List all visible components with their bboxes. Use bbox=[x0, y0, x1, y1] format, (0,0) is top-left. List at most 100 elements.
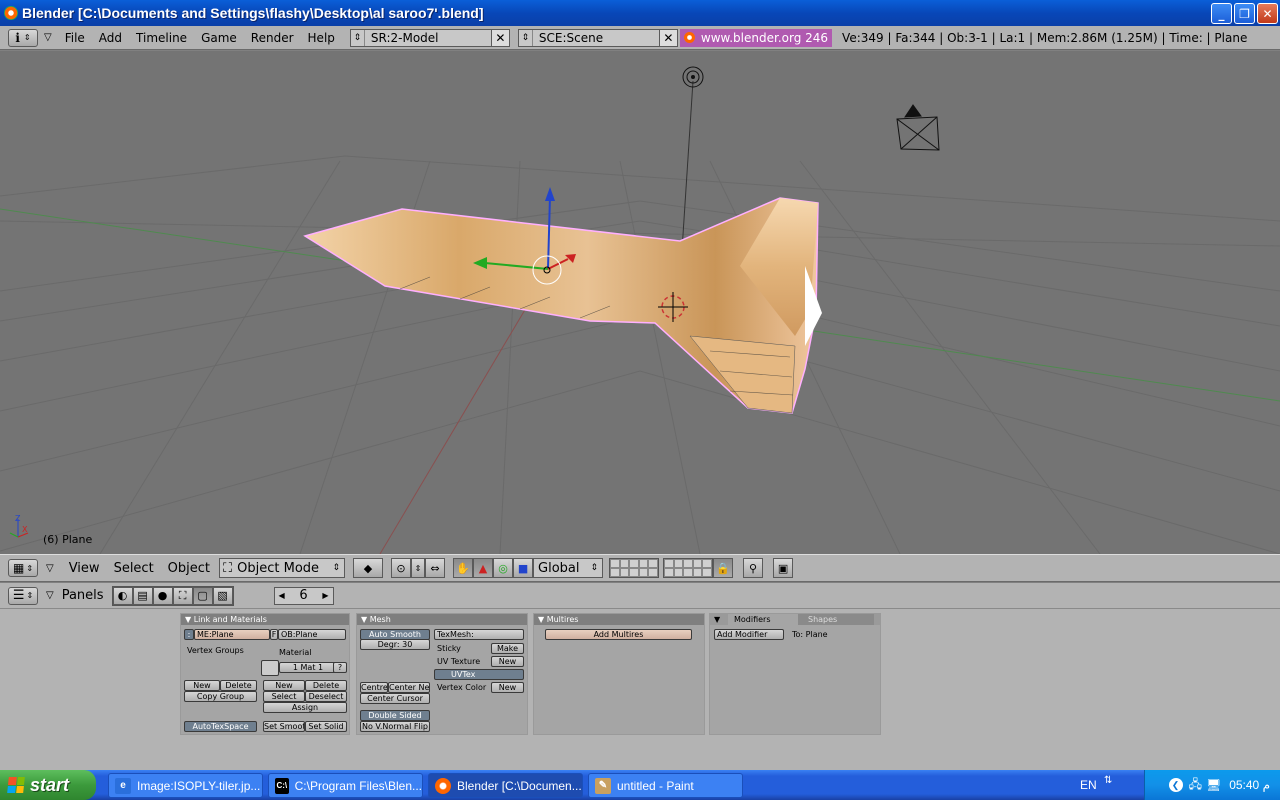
layer-buttons-2[interactable] bbox=[663, 558, 714, 578]
fake-user-button[interactable]: F bbox=[270, 629, 278, 640]
snap-button[interactable]: ⇔ bbox=[425, 558, 446, 578]
start-button[interactable]: start bbox=[0, 770, 96, 800]
uvtex-field[interactable]: UVTex bbox=[434, 669, 524, 680]
centre-button[interactable]: Centre bbox=[360, 682, 388, 693]
script-context-tab[interactable]: ▤ bbox=[132, 586, 153, 605]
panel-header[interactable]: ▼ Link and Materials bbox=[181, 614, 349, 625]
blender-url-badge[interactable]: www.blender.org 246 bbox=[679, 28, 833, 47]
collapse-icon[interactable]: ▼ bbox=[710, 614, 728, 625]
material-delete-button[interactable]: Delete bbox=[305, 680, 347, 691]
tab-shapes[interactable]: Shapes bbox=[798, 614, 874, 625]
viewport-canvas[interactable]: Z X bbox=[0, 51, 1280, 554]
taskbar-item-paint[interactable]: ✎ untitled - Paint bbox=[588, 773, 743, 798]
shading-context-tab[interactable]: ● bbox=[152, 586, 173, 605]
tray-expand-icon[interactable]: ❮ bbox=[1168, 778, 1183, 792]
autotexspace-toggle[interactable]: AutoTexSpace bbox=[184, 721, 257, 732]
vertex-color-new-button[interactable]: New bbox=[491, 682, 524, 693]
link-scene-button[interactable]: ⚲ bbox=[743, 558, 764, 578]
menu-help[interactable]: Help bbox=[301, 31, 342, 45]
manipulator-toggle[interactable]: ✋ bbox=[453, 558, 474, 578]
network-icon[interactable]: 🖧 bbox=[1189, 775, 1202, 796]
keyboard-switch-icon[interactable]: ⇅ bbox=[1104, 775, 1112, 786]
screen-name[interactable]: SR:2-Model bbox=[365, 31, 491, 45]
close-button[interactable]: ✕ bbox=[1257, 3, 1278, 24]
left-arrow-icon[interactable]: ◀ bbox=[275, 591, 285, 600]
3d-viewport[interactable]: Z X (6) Plane bbox=[0, 51, 1280, 554]
degr-field[interactable]: Degr: 30 bbox=[360, 639, 430, 650]
window-type-button[interactable]: i ⇕ bbox=[8, 28, 38, 47]
volume-icon[interactable]: 🖥 bbox=[1206, 778, 1221, 792]
pivot-button[interactable]: ⊙ bbox=[391, 558, 412, 578]
minimize-button[interactable]: _ bbox=[1211, 3, 1232, 24]
add-multires-button[interactable]: Add Multires bbox=[545, 629, 692, 640]
object-context-tab[interactable]: ⛶ bbox=[172, 586, 193, 605]
collapse-menu-icon[interactable]: ▽ bbox=[44, 32, 52, 43]
pivot-arrow[interactable]: ⇕ bbox=[411, 558, 426, 578]
translate-manipulator[interactable]: ▲ bbox=[473, 558, 494, 578]
panel-header[interactable]: ▼ Mesh bbox=[357, 614, 527, 625]
menu-select[interactable]: Select bbox=[107, 561, 161, 576]
taskbar-item-blender[interactable]: Blender [C:\Documen... bbox=[428, 773, 583, 798]
set-smooth-button[interactable]: Set Smoot bbox=[263, 721, 305, 732]
editing-context-tab[interactable]: ▢ bbox=[192, 586, 213, 605]
draw-type-button[interactable]: ◆ bbox=[353, 558, 384, 578]
orientation-selector[interactable]: Global ⇕ bbox=[533, 558, 604, 578]
frame-counter[interactable]: ◀ 6 ▶ bbox=[273, 586, 334, 605]
layer-buttons-1[interactable] bbox=[609, 558, 660, 578]
mode-selector[interactable]: ⛶ Object Mode ⇕ bbox=[219, 558, 346, 578]
taskbar-item-image[interactable]: e Image:ISOPLY-tiler.jp... bbox=[108, 773, 263, 798]
right-arrow-icon[interactable]: ▶ bbox=[322, 591, 332, 600]
menu-game[interactable]: Game bbox=[194, 31, 244, 45]
menu-view[interactable]: View bbox=[62, 561, 107, 576]
language-indicator[interactable]: EN bbox=[1080, 778, 1097, 792]
no-vnormal-flip-toggle[interactable]: No V.Normal Flip bbox=[360, 721, 430, 732]
material-index-field[interactable]: 1 Mat 1 bbox=[279, 662, 337, 673]
uv-texture-new-button[interactable]: New bbox=[491, 656, 524, 667]
double-sided-toggle[interactable]: Double Sided bbox=[360, 710, 430, 721]
screen-selector[interactable]: ⇕ SR:2-Model ✕ bbox=[349, 28, 510, 47]
vgroup-delete-button[interactable]: Delete bbox=[220, 680, 257, 691]
panel-header[interactable]: ▼ Multires bbox=[534, 614, 704, 625]
scene-context-tab[interactable]: ▧ bbox=[212, 586, 233, 605]
object-name-field[interactable]: OB:Plane bbox=[278, 629, 346, 640]
menu-add[interactable]: Add bbox=[92, 31, 129, 45]
restore-button[interactable]: ❐ bbox=[1234, 3, 1255, 24]
vgroup-new-button[interactable]: New bbox=[184, 680, 220, 691]
material-deselect-button[interactable]: Deselect bbox=[305, 691, 347, 702]
render-preview-button[interactable]: ▣ bbox=[773, 558, 794, 578]
scene-selector[interactable]: ⇕ SCE:Scene ✕ bbox=[517, 28, 678, 47]
collapse-menu-icon[interactable]: ▽ bbox=[46, 563, 54, 574]
tab-modifiers[interactable]: Modifiers bbox=[728, 614, 798, 625]
lock-layers-button[interactable]: 🔒 bbox=[713, 558, 734, 578]
menu-render[interactable]: Render bbox=[244, 31, 301, 45]
collapse-menu-icon[interactable]: ▽ bbox=[46, 590, 54, 601]
set-solid-button[interactable]: Set Solid bbox=[305, 721, 347, 732]
mesh-name-field[interactable]: ME:Plane bbox=[194, 629, 270, 640]
me-browse-button[interactable]: : bbox=[184, 629, 194, 640]
sticky-make-button[interactable]: Make bbox=[491, 643, 524, 654]
copy-group-button[interactable]: Copy Group bbox=[184, 691, 257, 702]
scene-name[interactable]: SCE:Scene bbox=[533, 31, 659, 45]
rotate-manipulator[interactable]: ◎ bbox=[493, 558, 514, 578]
material-select-button[interactable]: Select bbox=[263, 691, 305, 702]
menu-file[interactable]: File bbox=[58, 31, 92, 45]
texmesh-field[interactable]: TexMesh: bbox=[434, 629, 524, 640]
logic-context-tab[interactable]: ◐ bbox=[112, 586, 133, 605]
delete-screen-icon[interactable]: ✕ bbox=[490, 29, 509, 46]
add-modifier-button[interactable]: Add Modifier bbox=[714, 629, 784, 640]
center-cursor-button[interactable]: Center Cursor bbox=[360, 693, 430, 704]
scale-manipulator[interactable]: ■ bbox=[513, 558, 534, 578]
frame-value[interactable]: 6 bbox=[285, 588, 323, 603]
clock[interactable]: 05:40 م bbox=[1229, 778, 1270, 792]
editor-type-button-2[interactable]: ☰ ⇕ bbox=[8, 586, 38, 605]
menu-timeline[interactable]: Timeline bbox=[129, 31, 194, 45]
editor-type-button[interactable]: ▦ ⇕ bbox=[8, 559, 38, 577]
taskbar-item-cmd[interactable]: C:\ C:\Program Files\Blen... bbox=[268, 773, 423, 798]
material-new-button[interactable]: New bbox=[263, 680, 305, 691]
context-tabs[interactable]: ◐ ▤ ● ⛶ ▢ ▧ bbox=[111, 585, 234, 606]
material-assign-button[interactable]: Assign bbox=[263, 702, 347, 713]
delete-scene-icon[interactable]: ✕ bbox=[658, 29, 677, 46]
center-new-button[interactable]: Center Ne bbox=[388, 682, 430, 693]
menu-object[interactable]: Object bbox=[161, 561, 217, 576]
material-help-button[interactable]: ? bbox=[333, 662, 347, 673]
